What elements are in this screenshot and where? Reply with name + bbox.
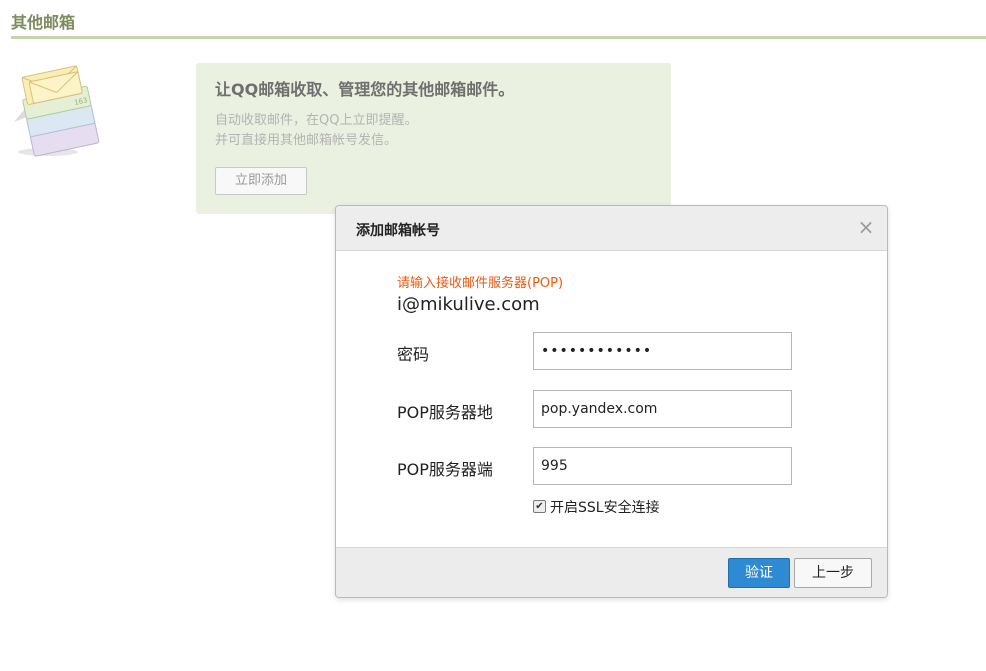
add-mailbox-dialog: 添加邮箱帐号 × 请输入接收邮件服务器(POP) i@mikulive.com … <box>335 205 888 598</box>
dialog-header: 添加邮箱帐号 × <box>336 206 887 251</box>
verify-button[interactable]: 验证 <box>728 558 790 588</box>
pop-server-label: POP服务器地 <box>397 403 493 422</box>
title-divider <box>11 36 986 39</box>
ssl-checkbox[interactable]: ✔ <box>533 500 546 513</box>
promo-panel: 让QQ邮箱收取、管理您的其他邮箱邮件。 自动收取邮件，在QQ上立即提醒。 并可直… <box>196 63 671 214</box>
pop-hint-text: 请输入接收邮件服务器(POP) <box>397 276 564 291</box>
close-icon[interactable]: × <box>855 216 877 238</box>
mailbox-stack-icon: 163 <box>10 62 110 162</box>
dialog-title: 添加邮箱帐号 <box>356 223 440 239</box>
promo-description-line-2: 并可直接用其他邮箱帐号发信。 <box>215 133 398 148</box>
add-now-button[interactable]: 立即添加 <box>215 167 307 195</box>
pop-port-label: POP服务器端 <box>397 460 493 479</box>
dialog-footer: 验证 上一步 <box>336 547 887 597</box>
pop-server-input[interactable] <box>533 390 792 428</box>
ssl-label[interactable]: 开启SSL安全连接 <box>550 497 660 517</box>
promo-heading: 让QQ邮箱收取、管理您的其他邮箱邮件。 <box>215 80 515 99</box>
previous-step-button[interactable]: 上一步 <box>794 558 872 588</box>
promo-description-line-1: 自动收取邮件，在QQ上立即提醒。 <box>215 113 418 128</box>
page-title: 其他邮箱 <box>11 13 76 32</box>
account-email: i@mikulive.com <box>397 294 540 315</box>
ssl-option: ✔ 开启SSL安全连接 <box>533 496 660 517</box>
pop-port-input[interactable] <box>533 447 792 485</box>
password-field[interactable] <box>533 332 792 370</box>
password-label: 密码 <box>397 345 430 364</box>
